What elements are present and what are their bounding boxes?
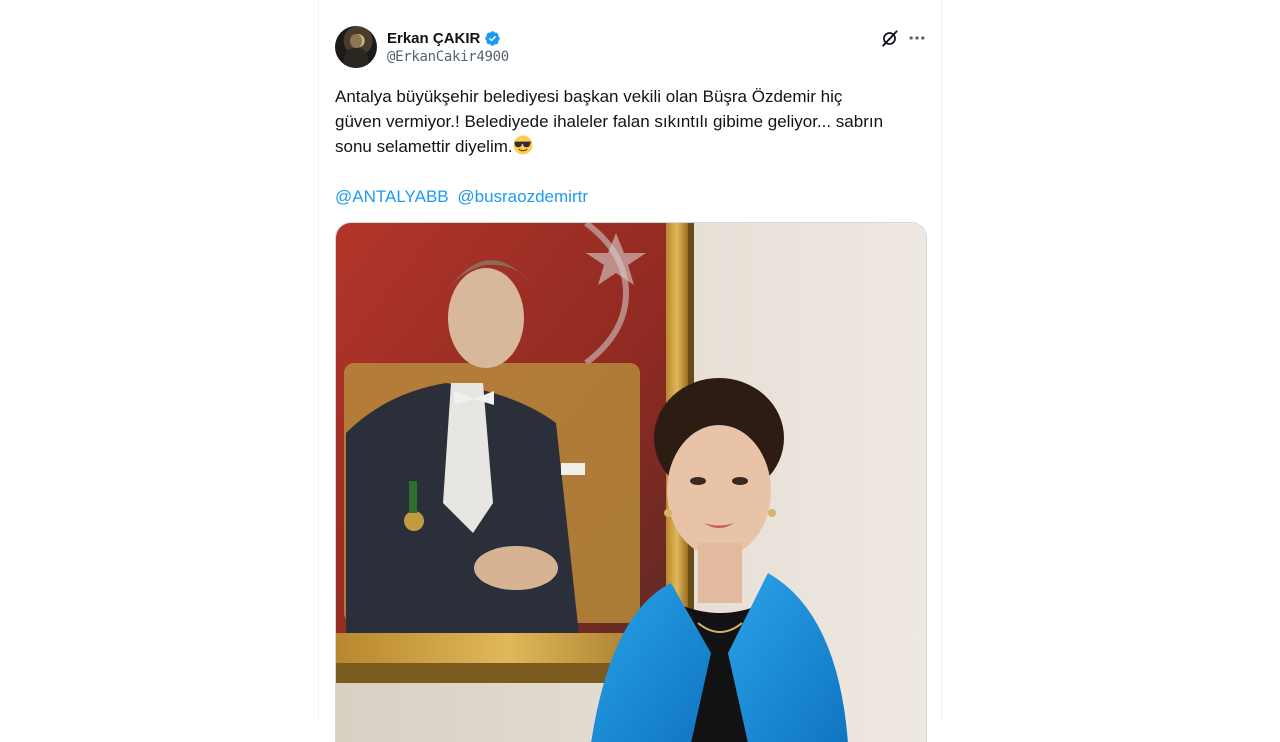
display-name[interactable]: Erkan ÇAKIR	[387, 30, 480, 47]
avatar[interactable]	[335, 26, 377, 68]
user-handle[interactable]: @ErkanCakir4900	[387, 49, 509, 65]
tweet-text-line-end: sonu selamettir diyelim.	[335, 137, 513, 156]
avatar-body	[344, 48, 368, 68]
top-actions	[879, 28, 927, 48]
photo-illustration	[336, 223, 926, 742]
more-options-svg	[909, 36, 925, 40]
mention-link[interactable]: @busraozdemirtr	[457, 187, 588, 206]
display-name-row: Erkan ÇAKIR	[387, 28, 509, 48]
tweet-text-line: güven vermiyor.! Belediyede ihaleler fal…	[335, 112, 884, 131]
avatar-head	[350, 34, 362, 48]
verified-badge-icon	[485, 30, 501, 46]
timeline-column: Erkan ÇAKIR @ErkanCakir4900 Antalya büyü…	[318, 0, 942, 742]
mention-link[interactable]: @ANTALYABB	[335, 187, 449, 206]
tweet-text: Antalya büyükşehir belediyesi başkan vek…	[335, 84, 925, 159]
mentions: @ANTALYABB @busraozdemirtr	[335, 184, 592, 209]
tweet-photo[interactable]	[335, 222, 927, 742]
tweet-text-line: Antalya büyükşehir belediyesi başkan vek…	[335, 87, 843, 106]
grok-icon[interactable]	[879, 28, 899, 48]
sunglasses-emoji	[513, 135, 533, 155]
more-options-icon[interactable]	[907, 28, 927, 48]
user-block: Erkan ÇAKIR @ErkanCakir4900	[387, 28, 509, 66]
tweet-text-line: sonu selamettir diyelim.	[335, 134, 925, 159]
grok-icon-svg	[881, 29, 898, 47]
